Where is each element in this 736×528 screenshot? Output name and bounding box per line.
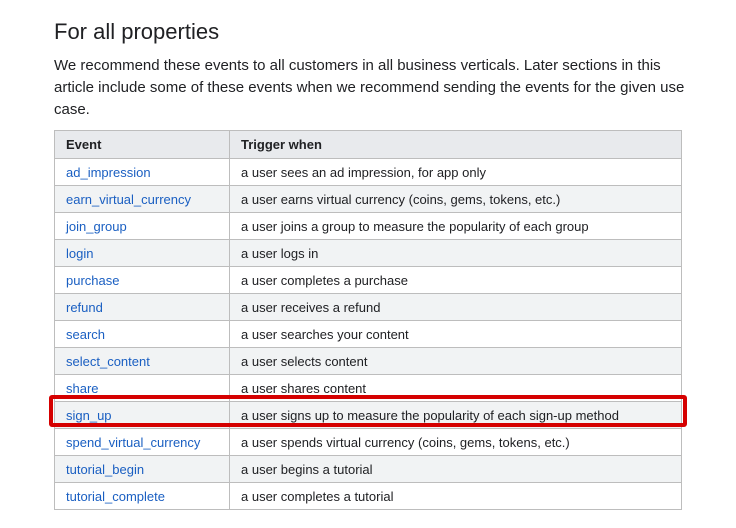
- section-intro: We recommend these events to all custome…: [54, 57, 685, 118]
- table-row: earn_virtual_currency a user earns virtua…: [54, 185, 682, 213]
- event-cell: refund: [54, 293, 230, 321]
- events-table: Event Trigger when ad_impressiona user s…: [54, 130, 682, 510]
- trigger-cell: a user receives a refund: [229, 293, 682, 321]
- event-cell: ad_impression: [54, 158, 230, 186]
- event-link[interactable]: spend_virtual_currency: [66, 435, 200, 450]
- event-link[interactable]: login: [66, 246, 93, 261]
- event-cell: search: [54, 320, 230, 348]
- section-title: For all properties: [54, 19, 220, 44]
- trigger-cell: a user earns virtual currency (coins, ge…: [229, 185, 682, 213]
- event-link[interactable]: join_group: [66, 219, 127, 234]
- event-cell: earn_virtual_currency: [54, 185, 230, 213]
- event-link[interactable]: tutorial_complete: [66, 489, 165, 504]
- table-row: join_group a user joins a group to measur…: [54, 212, 682, 240]
- trigger-cell: a user joins a group to measure the popu…: [229, 212, 682, 240]
- table-row: spend_virtual_currency a user spends virt…: [54, 428, 682, 456]
- event-cell: tutorial_begin: [54, 455, 230, 483]
- event-link[interactable]: share: [66, 381, 99, 396]
- table-row: purchase a user completes a purchase: [54, 266, 682, 294]
- table-row: login a user logs in: [54, 239, 682, 267]
- trigger-cell: a user selects content: [229, 347, 682, 375]
- event-link[interactable]: tutorial_begin: [66, 462, 144, 477]
- table-row: select_content a user selects content: [54, 347, 682, 375]
- event-link[interactable]: refund: [66, 300, 103, 315]
- trigger-cell: a user completes a purchase: [229, 266, 682, 294]
- table-row: ad_impression a user sees an ad impressio…: [54, 158, 682, 186]
- trigger-cell: a user logs in: [229, 239, 682, 267]
- trigger-cell: a user begins a tutorial: [229, 455, 682, 483]
- event-link[interactable]: ad_impression: [66, 165, 151, 180]
- event-cell: login: [54, 239, 230, 267]
- event-cell: join_group: [54, 212, 230, 240]
- event-link[interactable]: earn_virtual_currency: [66, 192, 191, 207]
- table-row: refund a user receives a refund: [54, 293, 682, 321]
- event-link[interactable]: select_content: [66, 354, 150, 369]
- trigger-cell: a user spends virtual currency (coins, g…: [229, 428, 682, 456]
- trigger-cell: a user completes a tutorial: [229, 482, 682, 510]
- table-row: tutorial_begin a user begins a tutorial: [54, 455, 682, 483]
- table-header-row: Event Trigger when: [54, 130, 682, 159]
- event-cell: purchase: [54, 266, 230, 294]
- event-link[interactable]: search: [66, 327, 105, 342]
- event-cell: spend_virtual_currency: [54, 428, 230, 456]
- header-event: Event: [54, 130, 230, 159]
- table-row: search a user searches your content: [54, 320, 682, 348]
- event-cell: select_content: [54, 347, 230, 375]
- table-row: tutorial_complete a user completes a tuto…: [54, 482, 682, 510]
- trigger-cell: a user sees an ad impression, for app on…: [229, 158, 682, 186]
- highlight-box-sign-up: [49, 395, 687, 427]
- event-cell: tutorial_complete: [54, 482, 230, 510]
- header-trigger: Trigger when: [229, 130, 682, 159]
- trigger-cell: a user searches your content: [229, 320, 682, 348]
- event-link[interactable]: purchase: [66, 273, 119, 288]
